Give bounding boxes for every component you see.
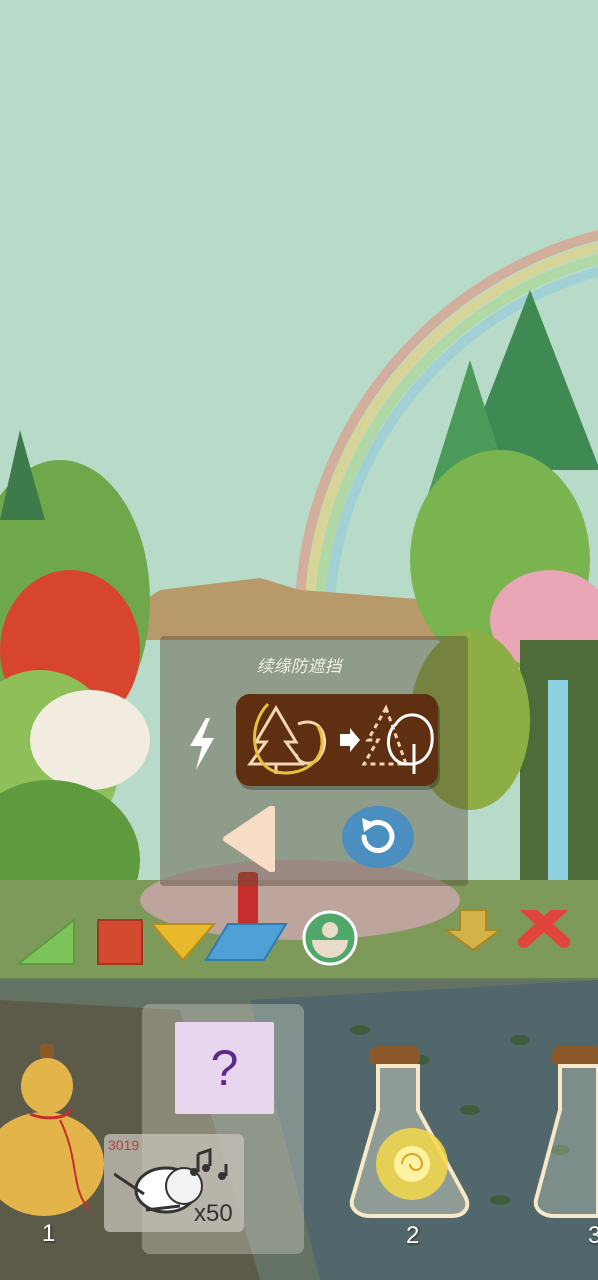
cliff xyxy=(130,578,440,640)
slot-number-3: 3 xyxy=(588,1222,598,1249)
slot-number-2: 2 xyxy=(406,1222,420,1249)
lightning-icon xyxy=(190,718,214,770)
yellow-triangle-piece[interactable] xyxy=(149,923,217,962)
gourd-item[interactable] xyxy=(0,1040,110,1220)
blue-parallelogram-piece[interactable] xyxy=(204,923,288,961)
slot-number-1: 1 xyxy=(42,1220,56,1247)
green-triangle-piece[interactable] xyxy=(15,917,75,965)
close-button[interactable] xyxy=(518,900,570,948)
empty-flask-item[interactable] xyxy=(530,1040,598,1220)
back-arrow-button[interactable] xyxy=(222,806,276,872)
question-mark: ? xyxy=(210,1040,239,1096)
panel-title: 续缘防遮挡 xyxy=(256,657,342,676)
down-arrow-button[interactable] xyxy=(442,909,504,952)
green-ring-piece[interactable] xyxy=(302,910,358,966)
glowing-flask-item[interactable] xyxy=(346,1040,486,1220)
left-forest xyxy=(0,430,150,940)
reset-button[interactable] xyxy=(340,804,416,870)
bird-score: 3019 xyxy=(108,1137,140,1153)
red-square-piece[interactable] xyxy=(97,919,143,965)
tree-transparency-button[interactable] xyxy=(236,694,438,786)
bird-quantity: x50 xyxy=(194,1200,233,1227)
mystery-item[interactable]: ? xyxy=(175,1022,274,1114)
shapes-toolbar xyxy=(0,900,598,980)
tree-fade-icon xyxy=(247,702,434,775)
